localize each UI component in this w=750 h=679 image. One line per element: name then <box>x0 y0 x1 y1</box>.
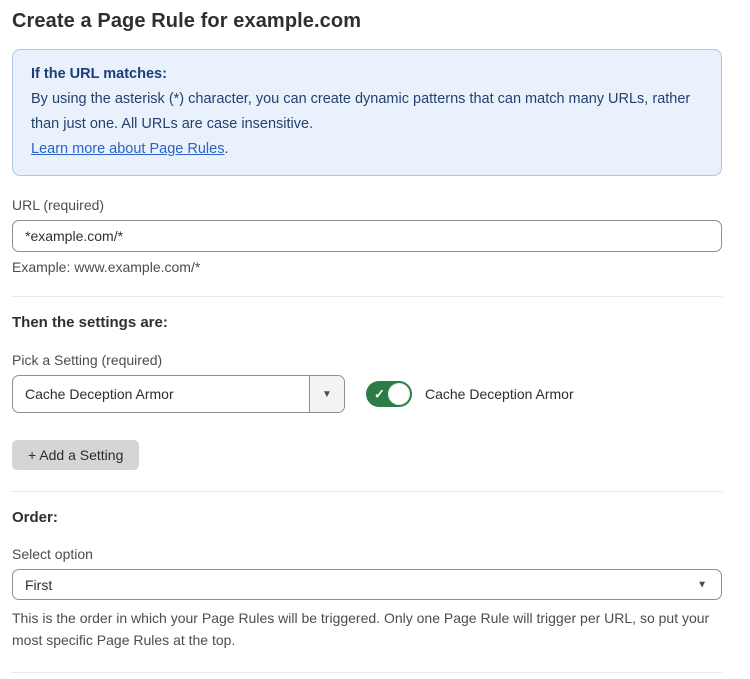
order-heading: Order: <box>12 509 722 526</box>
chevron-down-icon: ▼ <box>697 579 707 590</box>
page-container: Create a Page Rule for example.com If th… <box>0 0 750 679</box>
divider <box>12 672 722 673</box>
toggle-knob <box>388 383 410 405</box>
learn-more-link[interactable]: Learn more about Page Rules <box>31 141 224 157</box>
info-box-link-line: Learn more about Page Rules. <box>31 137 703 162</box>
page-title: Create a Page Rule for example.com <box>12 10 722 33</box>
setting-select[interactable]: Cache Deception Armor ▼ <box>12 375 345 413</box>
order-select-label: Select option <box>12 546 722 562</box>
chevron-down-icon[interactable]: ▼ <box>309 376 344 412</box>
order-helper: This is the order in which your Page Rul… <box>12 607 722 651</box>
setting-select-value: Cache Deception Armor <box>13 376 309 412</box>
info-box-body: By using the asterisk (*) character, you… <box>31 87 703 137</box>
settings-heading: Then the settings are: <box>12 314 722 331</box>
divider <box>12 296 722 297</box>
setting-row: Cache Deception Armor ▼ ✓ Cache Deceptio… <box>12 375 722 413</box>
add-setting-button[interactable]: + Add a Setting <box>12 440 139 470</box>
order-select-value: First <box>25 577 52 593</box>
url-input[interactable] <box>12 220 722 252</box>
info-box-heading: If the URL matches: <box>31 62 703 87</box>
check-icon: ✓ <box>374 388 385 401</box>
url-helper: Example: www.example.com/* <box>12 259 722 275</box>
url-match-info-box: If the URL matches: By using the asteris… <box>12 49 722 176</box>
divider <box>12 491 722 492</box>
setting-picker-label: Pick a Setting (required) <box>12 352 722 368</box>
url-label: URL (required) <box>12 197 722 213</box>
cache-deception-armor-toggle[interactable]: ✓ <box>366 381 412 407</box>
toggle-group: ✓ Cache Deception Armor <box>366 381 574 407</box>
toggle-label: Cache Deception Armor <box>425 386 574 402</box>
order-select[interactable]: First ▼ <box>12 569 722 600</box>
link-period: . <box>224 141 228 157</box>
